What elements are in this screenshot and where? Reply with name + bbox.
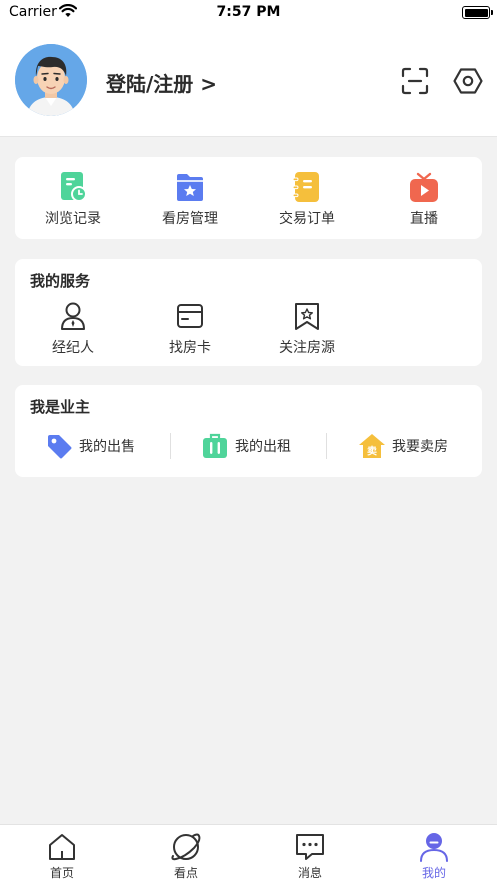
planet-icon xyxy=(171,833,201,861)
login-register-link[interactable]: 登陆/注册 > xyxy=(106,68,217,97)
quick-item-label: 浏览记录 xyxy=(45,211,101,227)
settings-icon[interactable] xyxy=(453,66,483,96)
service-item-label: 找房卡 xyxy=(169,340,211,356)
home-icon xyxy=(49,834,75,860)
tab-label: 消息 xyxy=(297,866,322,880)
agent-icon xyxy=(61,302,85,330)
owner-item-my-sale[interactable]: 我的出售 xyxy=(45,431,135,461)
scan-icon[interactable] xyxy=(401,67,429,95)
tab-label: 看点 xyxy=(173,866,198,880)
status-time: 7:57 PM xyxy=(216,4,281,20)
tab-label: 我的 xyxy=(421,866,446,880)
order-notebook-icon xyxy=(292,172,319,202)
owner-item-label: 我要卖房 xyxy=(392,439,448,455)
tab-messages[interactable]: 消息 xyxy=(270,831,350,881)
status-bar: Carrier 7:57 PM xyxy=(0,0,497,26)
service-item-followed[interactable]: 关注房源 xyxy=(267,301,347,357)
profile-icon xyxy=(420,833,448,862)
battery-icon xyxy=(462,6,493,19)
tag-icon xyxy=(48,435,72,459)
quick-item-history[interactable]: 浏览记录 xyxy=(33,171,113,228)
owner-item-label: 我的出售 xyxy=(79,439,135,455)
service-item-label: 关注房源 xyxy=(279,340,335,356)
avatar-illustration xyxy=(15,44,87,116)
live-tv-icon xyxy=(410,172,438,202)
owner-card: 我是业主 我的出售 我的出租 卖 我要卖房 xyxy=(15,385,482,477)
my-services-card: 我的服务 经纪人 找房卡 关注房源 xyxy=(15,259,482,366)
quick-item-house-management[interactable]: 看房管理 xyxy=(150,171,230,228)
tab-home[interactable]: 首页 xyxy=(22,831,102,881)
owner-title: 我是业主 xyxy=(30,398,91,416)
quick-item-label: 直播 xyxy=(410,211,438,227)
services-title: 我的服务 xyxy=(30,272,91,290)
profile-header: 登陆/注册 > xyxy=(0,26,497,137)
divider xyxy=(326,433,327,459)
suitcase-icon xyxy=(203,433,227,458)
owner-item-sell-house[interactable]: 卖 我要卖房 xyxy=(358,431,448,461)
sell-badge-text: 卖 xyxy=(367,445,377,458)
quick-item-label: 看房管理 xyxy=(162,211,218,227)
quick-actions-card: 浏览记录 看房管理 交易订单 直播 xyxy=(15,157,482,239)
owner-item-my-rent[interactable]: 我的出租 xyxy=(201,431,291,461)
message-icon xyxy=(296,834,324,860)
quick-item-label: 交易订单 xyxy=(279,211,335,227)
avatar[interactable] xyxy=(15,44,87,116)
service-item-agent[interactable]: 经纪人 xyxy=(33,301,113,357)
tab-mine[interactable]: 我的 xyxy=(394,831,474,881)
tab-highlights[interactable]: 看点 xyxy=(146,831,226,881)
card-icon xyxy=(177,304,203,328)
sell-house-icon: 卖 xyxy=(359,434,385,458)
history-icon xyxy=(61,172,87,202)
bookmark-star-icon xyxy=(295,303,319,330)
quick-item-live[interactable]: 直播 xyxy=(384,171,464,228)
service-item-label: 经纪人 xyxy=(52,340,94,356)
divider xyxy=(170,433,171,459)
tab-bar: 首页 看点 消息 我的 xyxy=(0,824,497,883)
owner-item-label: 我的出租 xyxy=(235,439,291,455)
service-item-house-card[interactable]: 找房卡 xyxy=(150,301,230,357)
quick-item-orders[interactable]: 交易订单 xyxy=(267,171,347,228)
house-folder-icon xyxy=(177,174,203,201)
tab-label: 首页 xyxy=(49,866,74,880)
